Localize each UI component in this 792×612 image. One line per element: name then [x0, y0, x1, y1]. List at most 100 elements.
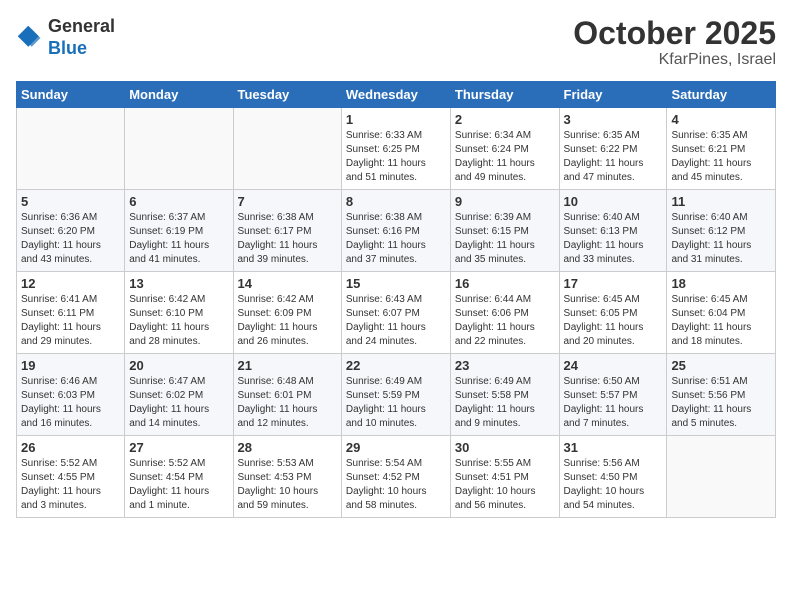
calendar-cell: 14 Sunrise: 6:42 AM Sunset: 6:09 PM Dayli…	[233, 272, 341, 354]
day-number: 8	[346, 194, 446, 209]
day-number: 20	[129, 358, 228, 373]
day-info: Sunrise: 5:52 AM Sunset: 4:55 PM Dayligh…	[21, 457, 120, 513]
calendar-cell: 30 Sunrise: 5:55 AM Sunset: 4:51 PM Dayli…	[450, 436, 559, 518]
calendar-cell: 28 Sunrise: 5:53 AM Sunset: 4:53 PM Dayli…	[233, 436, 341, 518]
calendar-cell	[125, 108, 233, 190]
calendar-cell: 13 Sunrise: 6:42 AM Sunset: 6:10 PM Dayli…	[125, 272, 233, 354]
day-number: 1	[346, 112, 446, 127]
day-number: 27	[129, 440, 228, 455]
calendar-cell: 9Sunrise: 6:39 AM Sunset: 6:15 PM Daylig…	[450, 190, 559, 272]
day-info: Sunrise: 6:44 AM Sunset: 6:06 PM Dayligh…	[455, 293, 555, 349]
day-number: 17	[564, 276, 663, 291]
day-info: Sunrise: 5:56 AM Sunset: 4:50 PM Dayligh…	[564, 457, 663, 513]
calendar-cell	[17, 108, 125, 190]
calendar-cell: 29 Sunrise: 5:54 AM Sunset: 4:52 PM Dayli…	[341, 436, 450, 518]
calendar-cell: 24 Sunrise: 6:50 AM Sunset: 5:57 PM Dayli…	[559, 354, 667, 436]
calendar-cell: 20 Sunrise: 6:47 AM Sunset: 6:02 PM Dayli…	[125, 354, 233, 436]
weekday-header-saturday: Saturday	[667, 82, 776, 108]
day-info: Sunrise: 5:54 AM Sunset: 4:52 PM Dayligh…	[346, 457, 446, 513]
calendar-cell: 26 Sunrise: 5:52 AM Sunset: 4:55 PM Dayli…	[17, 436, 125, 518]
day-number: 4	[671, 112, 771, 127]
day-info: Sunrise: 6:49 AM Sunset: 5:58 PM Dayligh…	[455, 375, 555, 431]
logo-icon	[16, 24, 44, 52]
day-info: Sunrise: 6:43 AM Sunset: 6:07 PM Dayligh…	[346, 293, 446, 349]
calendar-cell: 23 Sunrise: 6:49 AM Sunset: 5:58 PM Dayli…	[450, 354, 559, 436]
location: KfarPines, Israel	[573, 51, 776, 69]
weekday-header-row: SundayMondayTuesdayWednesdayThursdayFrid…	[17, 82, 776, 108]
day-info: Sunrise: 6:37 AM Sunset: 6:19 PM Dayligh…	[129, 211, 228, 267]
day-number: 13	[129, 276, 228, 291]
day-info: Sunrise: 6:42 AM Sunset: 6:09 PM Dayligh…	[238, 293, 337, 349]
day-info: Sunrise: 6:51 AM Sunset: 5:56 PM Dayligh…	[671, 375, 771, 431]
weekday-header-thursday: Thursday	[450, 82, 559, 108]
day-number: 25	[671, 358, 771, 373]
day-info: Sunrise: 6:50 AM Sunset: 5:57 PM Dayligh…	[564, 375, 663, 431]
day-number: 24	[564, 358, 663, 373]
day-number: 11	[671, 194, 771, 209]
calendar-cell: 22 Sunrise: 6:49 AM Sunset: 5:59 PM Dayli…	[341, 354, 450, 436]
day-info: Sunrise: 6:34 AM Sunset: 6:24 PM Dayligh…	[455, 129, 555, 185]
month-title: October 2025	[573, 16, 776, 51]
calendar-table: SundayMondayTuesdayWednesdayThursdayFrid…	[16, 81, 776, 518]
day-info: Sunrise: 6:35 AM Sunset: 6:21 PM Dayligh…	[671, 129, 771, 185]
day-info: Sunrise: 6:33 AM Sunset: 6:25 PM Dayligh…	[346, 129, 446, 185]
calendar-cell: 8Sunrise: 6:38 AM Sunset: 6:16 PM Daylig…	[341, 190, 450, 272]
day-info: Sunrise: 6:42 AM Sunset: 6:10 PM Dayligh…	[129, 293, 228, 349]
day-number: 26	[21, 440, 120, 455]
day-info: Sunrise: 6:45 AM Sunset: 6:04 PM Dayligh…	[671, 293, 771, 349]
calendar-cell: 6Sunrise: 6:37 AM Sunset: 6:19 PM Daylig…	[125, 190, 233, 272]
day-number: 30	[455, 440, 555, 455]
day-info: Sunrise: 6:40 AM Sunset: 6:12 PM Dayligh…	[671, 211, 771, 267]
calendar-week-1: 1 Sunrise: 6:33 AM Sunset: 6:25 PM Daylig…	[17, 108, 776, 190]
day-info: Sunrise: 6:46 AM Sunset: 6:03 PM Dayligh…	[21, 375, 120, 431]
day-info: Sunrise: 6:36 AM Sunset: 6:20 PM Dayligh…	[21, 211, 120, 267]
day-info: Sunrise: 6:40 AM Sunset: 6:13 PM Dayligh…	[564, 211, 663, 267]
calendar-week-5: 26 Sunrise: 5:52 AM Sunset: 4:55 PM Dayli…	[17, 436, 776, 518]
calendar-cell	[667, 436, 776, 518]
title-block: October 2025 KfarPines, Israel	[573, 16, 776, 69]
logo-blue: Blue	[48, 38, 87, 58]
calendar-cell: 11 Sunrise: 6:40 AM Sunset: 6:12 PM Dayli…	[667, 190, 776, 272]
calendar-cell: 5 Sunrise: 6:36 AM Sunset: 6:20 PM Daylig…	[17, 190, 125, 272]
day-number: 5	[21, 194, 120, 209]
day-number: 18	[671, 276, 771, 291]
logo-text: General Blue	[48, 16, 115, 59]
weekday-header-tuesday: Tuesday	[233, 82, 341, 108]
calendar-cell: 25 Sunrise: 6:51 AM Sunset: 5:56 PM Dayli…	[667, 354, 776, 436]
calendar-week-3: 12Sunrise: 6:41 AM Sunset: 6:11 PM Dayli…	[17, 272, 776, 354]
day-info: Sunrise: 6:39 AM Sunset: 6:15 PM Dayligh…	[455, 211, 555, 267]
day-info: Sunrise: 6:49 AM Sunset: 5:59 PM Dayligh…	[346, 375, 446, 431]
day-number: 2	[455, 112, 555, 127]
day-number: 12	[21, 276, 120, 291]
day-info: Sunrise: 5:52 AM Sunset: 4:54 PM Dayligh…	[129, 457, 228, 513]
calendar-cell: 16Sunrise: 6:44 AM Sunset: 6:06 PM Dayli…	[450, 272, 559, 354]
calendar-cell: 2 Sunrise: 6:34 AM Sunset: 6:24 PM Daylig…	[450, 108, 559, 190]
weekday-header-friday: Friday	[559, 82, 667, 108]
day-number: 19	[21, 358, 120, 373]
calendar-cell: 3Sunrise: 6:35 AM Sunset: 6:22 PM Daylig…	[559, 108, 667, 190]
calendar-week-4: 19 Sunrise: 6:46 AM Sunset: 6:03 PM Dayli…	[17, 354, 776, 436]
day-info: Sunrise: 6:35 AM Sunset: 6:22 PM Dayligh…	[564, 129, 663, 185]
calendar-cell	[233, 108, 341, 190]
weekday-header-sunday: Sunday	[17, 82, 125, 108]
calendar-cell: 21Sunrise: 6:48 AM Sunset: 6:01 PM Dayli…	[233, 354, 341, 436]
calendar-cell: 17 Sunrise: 6:45 AM Sunset: 6:05 PM Dayli…	[559, 272, 667, 354]
calendar-cell: 27 Sunrise: 5:52 AM Sunset: 4:54 PM Dayli…	[125, 436, 233, 518]
day-number: 15	[346, 276, 446, 291]
day-number: 23	[455, 358, 555, 373]
calendar-cell: 4 Sunrise: 6:35 AM Sunset: 6:21 PM Daylig…	[667, 108, 776, 190]
day-number: 29	[346, 440, 446, 455]
calendar-week-2: 5 Sunrise: 6:36 AM Sunset: 6:20 PM Daylig…	[17, 190, 776, 272]
logo: General Blue	[16, 16, 115, 59]
day-number: 22	[346, 358, 446, 373]
weekday-header-monday: Monday	[125, 82, 233, 108]
day-info: Sunrise: 6:47 AM Sunset: 6:02 PM Dayligh…	[129, 375, 228, 431]
day-number: 14	[238, 276, 337, 291]
day-info: Sunrise: 5:55 AM Sunset: 4:51 PM Dayligh…	[455, 457, 555, 513]
calendar-cell: 19 Sunrise: 6:46 AM Sunset: 6:03 PM Dayli…	[17, 354, 125, 436]
logo-general: General	[48, 16, 115, 36]
calendar-cell: 10Sunrise: 6:40 AM Sunset: 6:13 PM Dayli…	[559, 190, 667, 272]
day-info: Sunrise: 5:53 AM Sunset: 4:53 PM Dayligh…	[238, 457, 337, 513]
day-info: Sunrise: 6:45 AM Sunset: 6:05 PM Dayligh…	[564, 293, 663, 349]
day-number: 28	[238, 440, 337, 455]
